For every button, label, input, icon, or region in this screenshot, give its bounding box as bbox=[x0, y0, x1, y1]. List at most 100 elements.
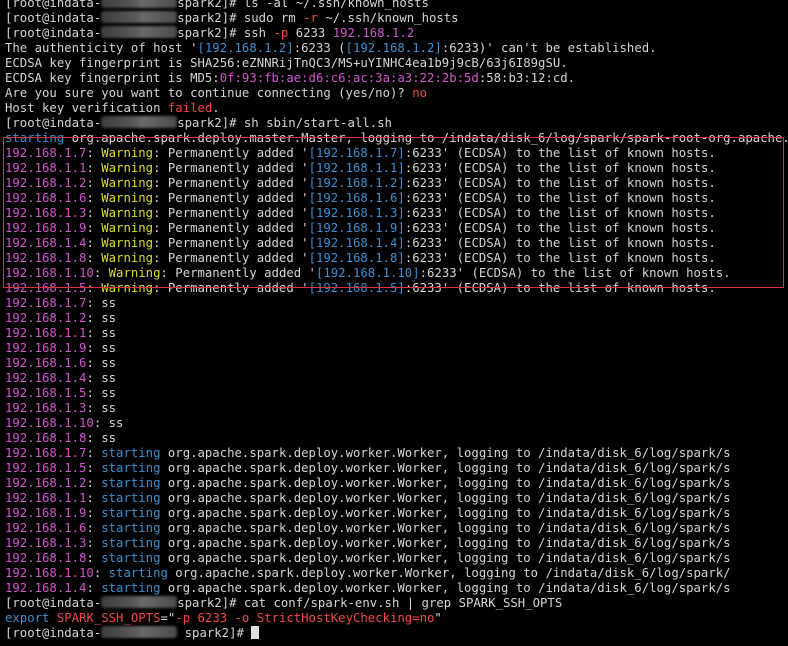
terminal-text: [192.168.1.10] bbox=[315, 266, 420, 280]
terminal-text: [192.168.1.3] bbox=[308, 206, 405, 220]
terminal-text: [root@indata- bbox=[5, 596, 102, 610]
terminal-text: [root@indata- bbox=[5, 626, 102, 640]
terminal-text: starting bbox=[101, 506, 161, 520]
terminal-text: : Permanently added ' bbox=[153, 206, 309, 220]
terminal-text: starting bbox=[101, 551, 161, 565]
terminal-line: 192.168.1.5: Warning: Permanently added … bbox=[5, 281, 716, 296]
terminal-text: 192.168.1.6 bbox=[5, 356, 87, 370]
terminal-text: org.apache.spark.deploy.worker.Worker, l… bbox=[160, 581, 731, 595]
terminal-text: : bbox=[86, 461, 102, 475]
terminal-text: : bbox=[86, 446, 102, 460]
terminal-line: [root@indata-spark2]# sh sbin/start-all.… bbox=[5, 116, 392, 131]
terminal-line: [root@indata-spark2]# cat conf/spark-env… bbox=[5, 596, 562, 611]
terminal-text: Warning bbox=[101, 176, 154, 190]
terminal-line: 192.168.1.2: starting org.apache.spark.d… bbox=[5, 476, 731, 491]
terminal-text: Warning bbox=[101, 191, 154, 205]
terminal-text: : ss bbox=[86, 371, 117, 385]
terminal-text: ECDSA key fingerprint is MD5: bbox=[5, 71, 220, 85]
terminal-text: :6233' (ECDSA) to the list of known host… bbox=[404, 206, 716, 220]
terminal-text: : bbox=[86, 251, 102, 265]
terminal-text: 192.168.1.1 bbox=[5, 161, 87, 175]
terminal-text: : Permanently added ' bbox=[153, 236, 309, 250]
terminal-text: 192.168.1.8 bbox=[5, 431, 87, 445]
terminal-line: 192.168.1.2: ss bbox=[5, 311, 116, 326]
redacted-hostname bbox=[101, 26, 178, 38]
terminal-text: org.apache.spark.deploy.worker.Worker, l… bbox=[160, 446, 731, 460]
terminal-line: 192.168.1.7: starting org.apache.spark.d… bbox=[5, 446, 731, 461]
terminal-text: ECDSA key fingerprint is SHA256:eZNNRijT… bbox=[5, 56, 568, 70]
terminal-text: : ss bbox=[86, 431, 117, 445]
terminal-text: 192.168.1.9 bbox=[5, 506, 87, 520]
terminal-text: :6233' (ECDSA) to the list of known host… bbox=[419, 266, 731, 280]
terminal-text: 192.168.1.9 bbox=[5, 221, 87, 235]
terminal-text: 192.168.1.3 bbox=[5, 536, 87, 550]
terminal-line: 192.168.1.1: starting org.apache.spark.d… bbox=[5, 491, 731, 506]
terminal-text: spark2]# ls -al ~/.ssh/known_hosts bbox=[177, 0, 429, 10]
terminal-text: starting bbox=[101, 581, 161, 595]
terminal-text: [192.168.1.9] bbox=[308, 221, 405, 235]
terminal-text: 192.168.1.1 bbox=[5, 326, 87, 340]
terminal-text: 192.168.1.2 bbox=[5, 176, 87, 190]
terminal-text: : ss bbox=[86, 356, 117, 370]
terminal-text: : bbox=[93, 566, 109, 580]
terminal-line: [root@indata-spark2]# sudo rm -r ~/.ssh/… bbox=[5, 11, 459, 26]
terminal-text: :6233' (ECDSA) to the list of known host… bbox=[404, 281, 716, 295]
terminal-text: export bbox=[5, 611, 50, 625]
terminal-text: : bbox=[86, 176, 102, 190]
terminal-text: org.apache.spark.deploy.master.Master, l… bbox=[71, 131, 788, 145]
terminal-text: : bbox=[93, 266, 109, 280]
terminal-line: 192.168.1.4: ss bbox=[5, 371, 116, 386]
terminal-text: : ss bbox=[86, 326, 117, 340]
terminal-text: : bbox=[86, 281, 102, 295]
redacted-hostname bbox=[101, 116, 178, 128]
terminal-text: [192.168.1.2] bbox=[345, 41, 442, 55]
terminal-text: : Permanently added ' bbox=[153, 176, 309, 190]
terminal-text: 192.168.1.5 bbox=[5, 386, 87, 400]
terminal-line: 192.168.1.1: ss bbox=[5, 326, 116, 341]
terminal-text: org.apache.spark.deploy.worker.Worker, l… bbox=[160, 491, 731, 505]
terminal-text: :6233)' can't be established. bbox=[441, 41, 657, 55]
terminal-text: org.apache.spark.deploy.worker.Worker, l… bbox=[167, 566, 731, 580]
terminal-text: 192.168.1.5 bbox=[5, 281, 87, 295]
terminal-text: 192.168.1.3 bbox=[5, 206, 87, 220]
terminal-text: [192.168.1.2] bbox=[308, 176, 405, 190]
terminal-text: [192.168.1.7] bbox=[308, 146, 405, 160]
terminal-line: ECDSA key fingerprint is MD5:0f:93:fb:ae… bbox=[5, 71, 575, 86]
terminal-text: : ss bbox=[86, 401, 117, 415]
terminal-text: 192.168.1.1 bbox=[5, 491, 87, 505]
terminal-text: 192.168.1.6 bbox=[5, 521, 87, 535]
terminal-text: : bbox=[86, 581, 102, 595]
terminal-text: -r bbox=[303, 11, 318, 25]
terminal-line: The authenticity of host '[192.168.1.2]:… bbox=[5, 41, 657, 56]
terminal-text: 192.168.1.4 bbox=[5, 236, 87, 250]
terminal-text: : Permanently added ' bbox=[153, 251, 309, 265]
terminal-text: 192.168.1.7 bbox=[5, 296, 87, 310]
terminal-text: 192.168.1.10 bbox=[5, 416, 94, 430]
terminal-text: spark2]# bbox=[177, 626, 252, 640]
terminal-text: :6233 ( bbox=[293, 41, 346, 55]
terminal-text: : bbox=[86, 206, 102, 220]
terminal-line: 192.168.1.9: ss bbox=[5, 341, 116, 356]
terminal-line: starting org.apache.spark.deploy.master.… bbox=[5, 131, 788, 146]
terminal-text: : Permanently added ' bbox=[153, 221, 309, 235]
terminal-text: org.apache.spark.deploy.worker.Worker, l… bbox=[160, 521, 731, 535]
terminal-text: 192.168.1.6 bbox=[5, 191, 87, 205]
terminal-text: Warning bbox=[101, 206, 154, 220]
terminal-line: 192.168.1.8: ss bbox=[5, 431, 116, 446]
terminal-text: : bbox=[86, 551, 102, 565]
terminal-text: SPARK_SSH_OPTS bbox=[56, 611, 161, 625]
terminal-text: ~/.ssh/known_hosts bbox=[317, 11, 459, 25]
terminal-line: 192.168.1.6: Warning: Permanently added … bbox=[5, 191, 716, 206]
redacted-hostname bbox=[101, 596, 178, 608]
terminal-text: starting bbox=[101, 461, 161, 475]
terminal-text: : bbox=[86, 491, 102, 505]
redacted-hostname bbox=[101, 11, 178, 23]
redacted-hostname bbox=[101, 626, 178, 638]
terminal-window[interactable]: [root@indata-spark2]# ls -al ~/.ssh/know… bbox=[0, 0, 788, 646]
terminal-text: :6233' (ECDSA) to the list of known host… bbox=[404, 191, 716, 205]
terminal-text: : ss bbox=[86, 296, 117, 310]
terminal-line: 192.168.1.2: Warning: Permanently added … bbox=[5, 176, 716, 191]
terminal-line: 192.168.1.1: Warning: Permanently added … bbox=[5, 161, 716, 176]
terminal-text: : bbox=[86, 476, 102, 490]
terminal-text: " bbox=[434, 611, 442, 625]
